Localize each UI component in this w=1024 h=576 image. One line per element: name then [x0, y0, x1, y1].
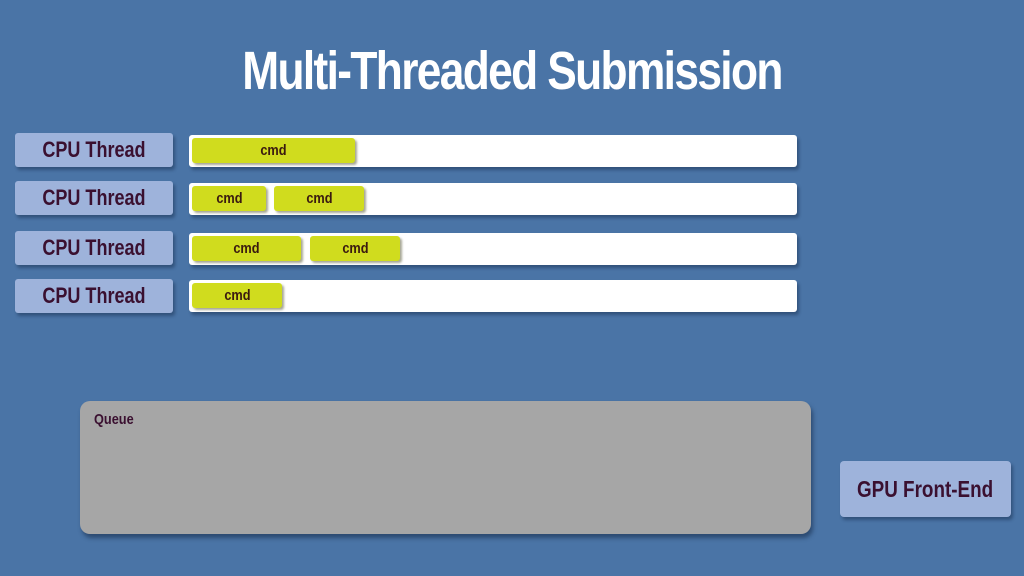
gpu-front-end-box: GPU Front-End: [840, 461, 1011, 517]
cpu-thread-label-text: CPU Thread: [42, 283, 146, 308]
cpu-thread-track-1: cmd: [189, 135, 797, 167]
cpu-thread-label-1: CPU Thread: [15, 133, 173, 167]
cmd-block: cmd: [192, 236, 301, 261]
cpu-thread-track-4: cmd: [189, 280, 797, 312]
gpu-front-end-label: GPU Front-End: [857, 475, 994, 502]
cmd-block: cmd: [310, 236, 400, 261]
cpu-thread-track-3: cmd cmd: [189, 233, 797, 265]
cmd-block: cmd: [192, 186, 266, 211]
queue-box: Queue: [80, 401, 811, 534]
cmd-label: cmd: [260, 142, 287, 159]
cpu-thread-label-4: CPU Thread: [15, 279, 173, 313]
cpu-thread-label-text: CPU Thread: [42, 235, 146, 260]
cpu-thread-label-text: CPU Thread: [42, 137, 146, 162]
cpu-thread-track-2: cmd cmd: [189, 183, 797, 215]
cpu-thread-label-3: CPU Thread: [15, 231, 173, 265]
cmd-label: cmd: [223, 287, 251, 304]
queue-label: Queue: [94, 411, 134, 428]
cmd-block: cmd: [274, 186, 364, 211]
slide-title: Multi-Threaded Submission: [242, 41, 783, 101]
cmd-block: cmd: [192, 283, 282, 308]
cmd-block: cmd: [192, 138, 355, 163]
cmd-label: cmd: [341, 240, 369, 257]
cmd-label: cmd: [305, 190, 333, 207]
cmd-label: cmd: [233, 240, 260, 257]
cpu-thread-label-text: CPU Thread: [42, 185, 146, 210]
cpu-thread-label-2: CPU Thread: [15, 181, 173, 215]
cmd-label: cmd: [215, 190, 243, 207]
